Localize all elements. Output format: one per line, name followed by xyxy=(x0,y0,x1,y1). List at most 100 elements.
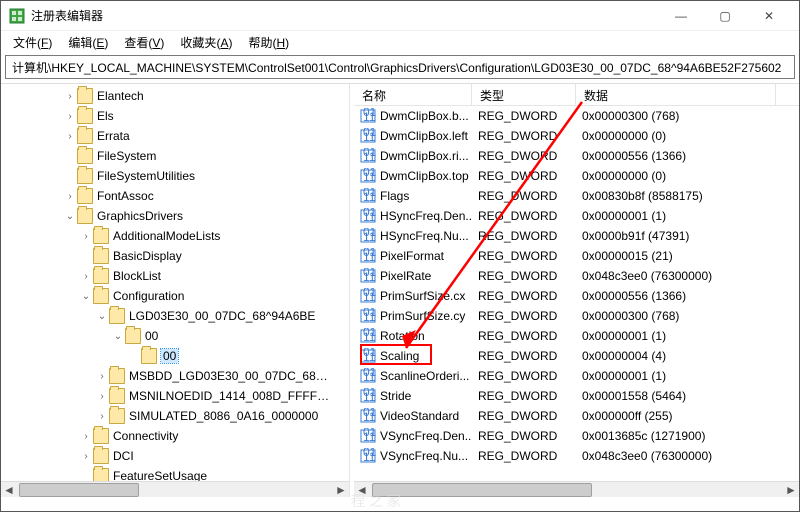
tree-node[interactable]: ⌄ LGD03E30_00_07DC_68^94A6BE xyxy=(1,306,349,326)
column-data[interactable]: 数据 xyxy=(576,84,776,105)
list-header: 名称 类型 数据 xyxy=(354,84,799,106)
expander-icon[interactable]: › xyxy=(63,111,77,122)
expander-icon[interactable]: ⌄ xyxy=(79,291,93,302)
scroll-thumb[interactable] xyxy=(372,483,592,497)
expander-icon[interactable]: ⌄ xyxy=(95,311,109,322)
minimize-button[interactable]: — xyxy=(659,1,703,31)
tree-node-label: LGD03E30_00_07DC_68^94A6BE xyxy=(129,309,315,323)
value-row[interactable]: 011110StrideREG_DWORD0x00001558 (5464) xyxy=(354,386,799,406)
value-name: PrimSurfSize.cy xyxy=(380,309,465,323)
tree-node[interactable]: ⌄00 xyxy=(1,326,349,346)
value-row[interactable]: 011110VSyncFreq.Den...REG_DWORD0x0013685… xyxy=(354,426,799,446)
expander-icon[interactable]: › xyxy=(95,411,109,422)
value-row[interactable]: 011110HSyncFreq.Nu...REG_DWORD0x0000b91f… xyxy=(354,226,799,246)
tree-node[interactable]: ›MSBDD_LGD03E30_00_07DC_68… xyxy=(1,366,349,386)
address-bar[interactable]: 计算机\HKEY_LOCAL_MACHINE\SYSTEM\ControlSet… xyxy=(5,55,795,79)
folder-icon xyxy=(77,128,93,144)
tree-node[interactable]: ›MSNILNOEDID_1414_008D_FFFF… xyxy=(1,386,349,406)
tree-node[interactable]: ›FontAssoc xyxy=(1,186,349,206)
tree-horizontal-scrollbar[interactable]: ◄ ► xyxy=(1,481,349,497)
value-row[interactable]: 011110FlagsREG_DWORD0x00830b8f (8588175) xyxy=(354,186,799,206)
value-type: REG_DWORD xyxy=(472,409,576,423)
scroll-right-icon[interactable]: ► xyxy=(333,482,349,498)
tree-node[interactable]: 00 xyxy=(1,346,349,366)
svg-text:110: 110 xyxy=(363,250,376,264)
expander-icon[interactable]: › xyxy=(79,231,93,242)
tree-node[interactable]: ›SIMULATED_8086_0A16_0000000 xyxy=(1,406,349,426)
value-data: 0x00000300 (768) xyxy=(576,109,776,123)
tree-node[interactable]: › Els xyxy=(1,106,349,126)
expander-icon[interactable]: › xyxy=(95,391,109,402)
folder-icon xyxy=(109,368,125,384)
dword-icon: 011110 xyxy=(360,328,376,344)
list-horizontal-scrollbar[interactable]: ◄ ► xyxy=(354,481,799,497)
value-row[interactable]: 011110VideoStandardREG_DWORD0x000000ff (… xyxy=(354,406,799,426)
tree-node-label: Els xyxy=(97,109,114,123)
menu-file[interactable]: 文件(F) xyxy=(7,32,58,53)
tree-node[interactable]: ›DCI xyxy=(1,446,349,466)
value-type: REG_DWORD xyxy=(472,429,576,443)
expander-icon[interactable]: › xyxy=(79,271,93,282)
expander-icon[interactable]: › xyxy=(79,431,93,442)
dword-icon: 011110 xyxy=(360,168,376,184)
expander-icon[interactable]: › xyxy=(95,371,109,382)
scroll-left-icon[interactable]: ◄ xyxy=(1,482,17,498)
menu-view[interactable]: 查看(V) xyxy=(118,32,170,53)
tree-node-label: BlockList xyxy=(113,269,161,283)
value-row[interactable]: 011110DwmClipBox.leftREG_DWORD0x00000000… xyxy=(354,126,799,146)
value-data: 0x00000004 (4) xyxy=(576,349,776,363)
scroll-thumb[interactable] xyxy=(19,483,139,497)
value-list-pane[interactable]: 名称 类型 数据 011110DwmClipBox.b...REG_DWORD0… xyxy=(354,84,799,497)
menu-favorites[interactable]: 收藏夹(A) xyxy=(174,32,238,53)
expander-icon[interactable]: › xyxy=(63,131,77,142)
folder-icon xyxy=(77,88,93,104)
scroll-right-icon[interactable]: ► xyxy=(783,482,799,498)
value-row[interactable]: 011110DwmClipBox.topREG_DWORD0x00000000 … xyxy=(354,166,799,186)
value-row[interactable]: 011110HSyncFreq.Den...REG_DWORD0x0000000… xyxy=(354,206,799,226)
tree-node[interactable]: FileSystem xyxy=(1,146,349,166)
tree-node[interactable]: ⌄Configuration xyxy=(1,286,349,306)
expander-icon[interactable]: › xyxy=(63,91,77,102)
expander-icon[interactable]: › xyxy=(79,451,93,462)
value-data: 0x00000556 (1366) xyxy=(576,149,776,163)
value-row[interactable]: 011110VSyncFreq.Nu...REG_DWORD0x048c3ee0… xyxy=(354,446,799,466)
value-row[interactable]: 011110PixelFormatREG_DWORD0x00000015 (21… xyxy=(354,246,799,266)
column-type[interactable]: 类型 xyxy=(472,84,576,105)
column-name[interactable]: 名称 xyxy=(354,84,472,105)
value-type: REG_DWORD xyxy=(472,109,576,123)
dword-icon: 011110 xyxy=(360,388,376,404)
tree-node[interactable]: ⌄GraphicsDrivers xyxy=(1,206,349,226)
value-name: DwmClipBox.ri... xyxy=(380,149,469,163)
tree-node[interactable]: FileSystemUtilities xyxy=(1,166,349,186)
maximize-button[interactable]: ▢ xyxy=(703,1,747,31)
value-row[interactable]: 011110PixelRateREG_DWORD0x048c3ee0 (7630… xyxy=(354,266,799,286)
tree-node[interactable]: ›Connectivity xyxy=(1,426,349,446)
value-row[interactable]: 011110ScalingREG_DWORD0x00000004 (4) xyxy=(354,346,799,366)
dword-icon: 011110 xyxy=(360,128,376,144)
value-name: VSyncFreq.Den... xyxy=(380,429,472,443)
tree-node[interactable]: BasicDisplay xyxy=(1,246,349,266)
value-row[interactable]: 011110DwmClipBox.ri...REG_DWORD0x0000055… xyxy=(354,146,799,166)
tree-node[interactable]: › BlockList xyxy=(1,266,349,286)
svg-text:110: 110 xyxy=(363,310,376,324)
tree-node[interactable]: ›Errata xyxy=(1,126,349,146)
value-row[interactable]: 011110PrimSurfSize.cxREG_DWORD0x00000556… xyxy=(354,286,799,306)
tree-node[interactable]: ›AdditionalModeLists xyxy=(1,226,349,246)
dword-icon: 011110 xyxy=(360,268,376,284)
close-button[interactable]: ✕ xyxy=(747,1,791,31)
expander-icon[interactable]: ⌄ xyxy=(111,331,125,342)
value-data: 0x00000000 (0) xyxy=(576,129,776,143)
menu-edit[interactable]: 编辑(E) xyxy=(62,32,114,53)
value-type: REG_DWORD xyxy=(472,449,576,463)
menu-help[interactable]: 帮助(H) xyxy=(242,32,295,53)
value-data: 0x000000ff (255) xyxy=(576,409,776,423)
value-row[interactable]: 011110PrimSurfSize.cyREG_DWORD0x00000300… xyxy=(354,306,799,326)
tree-node[interactable]: ›Elantech xyxy=(1,86,349,106)
value-data: 0x00000300 (768) xyxy=(576,309,776,323)
key-tree-pane[interactable]: ›Elantech›Els›ErrataFileSystemFileSystem… xyxy=(1,84,349,497)
expander-icon[interactable]: ⌄ xyxy=(63,211,77,222)
value-row[interactable]: 011110ScanlineOrderi...REG_DWORD0x000000… xyxy=(354,366,799,386)
value-row[interactable]: 011110DwmClipBox.b...REG_DWORD0x00000300… xyxy=(354,106,799,126)
expander-icon[interactable]: › xyxy=(63,191,77,202)
value-row[interactable]: 011110RotationREG_DWORD0x00000001 (1) xyxy=(354,326,799,346)
